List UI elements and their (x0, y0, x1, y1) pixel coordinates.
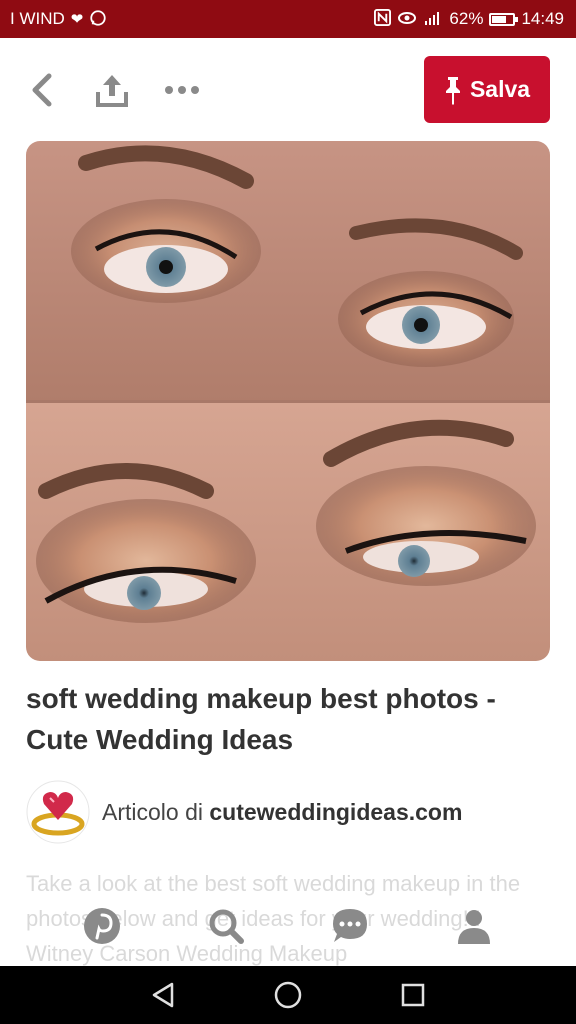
save-button-label: Salva (469, 76, 531, 102)
back-button[interactable] (20, 68, 64, 112)
chat-icon (333, 909, 367, 942)
more-dots-icon (165, 86, 199, 94)
home-circle-icon (274, 981, 302, 1009)
battery-percent: 62% (449, 9, 484, 28)
source-prefix: Articolo di (102, 798, 203, 825)
battery-icon (489, 12, 519, 26)
pinterest-icon (84, 908, 120, 944)
more-options-button[interactable] (160, 68, 204, 112)
heart-icon: ❤ (70, 10, 84, 28)
nav-messages[interactable] (320, 896, 380, 956)
clock: 14:49 (521, 9, 564, 28)
profile-icon (458, 910, 490, 944)
share-button[interactable] (90, 68, 134, 112)
status-right: 62% 14:49 (374, 9, 564, 29)
pin-title: soft wedding makeup best photos - Cute W… (26, 683, 496, 755)
share-upload-icon (96, 75, 128, 107)
signal-icon (423, 10, 443, 29)
bottom-nav (0, 886, 576, 966)
source-domain-link[interactable]: cuteweddingideas.com (209, 799, 462, 825)
nav-home[interactable] (72, 896, 132, 956)
back-triangle-icon (152, 982, 173, 1008)
status-bar: I WIND ❤ 62% 14:49 (0, 0, 576, 38)
nav-profile[interactable] (444, 896, 504, 956)
recents-square-icon (402, 983, 425, 1007)
back-arrow-icon (32, 73, 52, 107)
makeup-eyes-photo (26, 141, 550, 661)
system-recents-button[interactable] (388, 970, 438, 1020)
eye-icon (397, 10, 417, 29)
battery-fill (492, 15, 507, 23)
pin-image[interactable] (26, 141, 550, 661)
heart-ring-logo (26, 780, 90, 844)
nav-search[interactable] (196, 896, 256, 956)
pin-icon (445, 76, 460, 105)
whatsapp-icon (89, 9, 107, 30)
search-icon (209, 909, 244, 944)
system-back-button[interactable] (138, 970, 188, 1020)
pin-toolbar: Salva (0, 38, 576, 142)
nfc-icon (374, 9, 392, 29)
source-avatar[interactable] (26, 780, 90, 844)
system-nav-bar (0, 966, 576, 1024)
source-text: Articolo di cuteweddingideas.com (102, 799, 462, 826)
save-button[interactable]: Salva (424, 56, 550, 123)
source-row[interactable]: Articolo di cuteweddingideas.com (26, 780, 550, 844)
carrier-label: I WIND (10, 9, 65, 28)
system-home-button[interactable] (263, 970, 313, 1020)
status-left: I WIND ❤ (10, 9, 107, 30)
